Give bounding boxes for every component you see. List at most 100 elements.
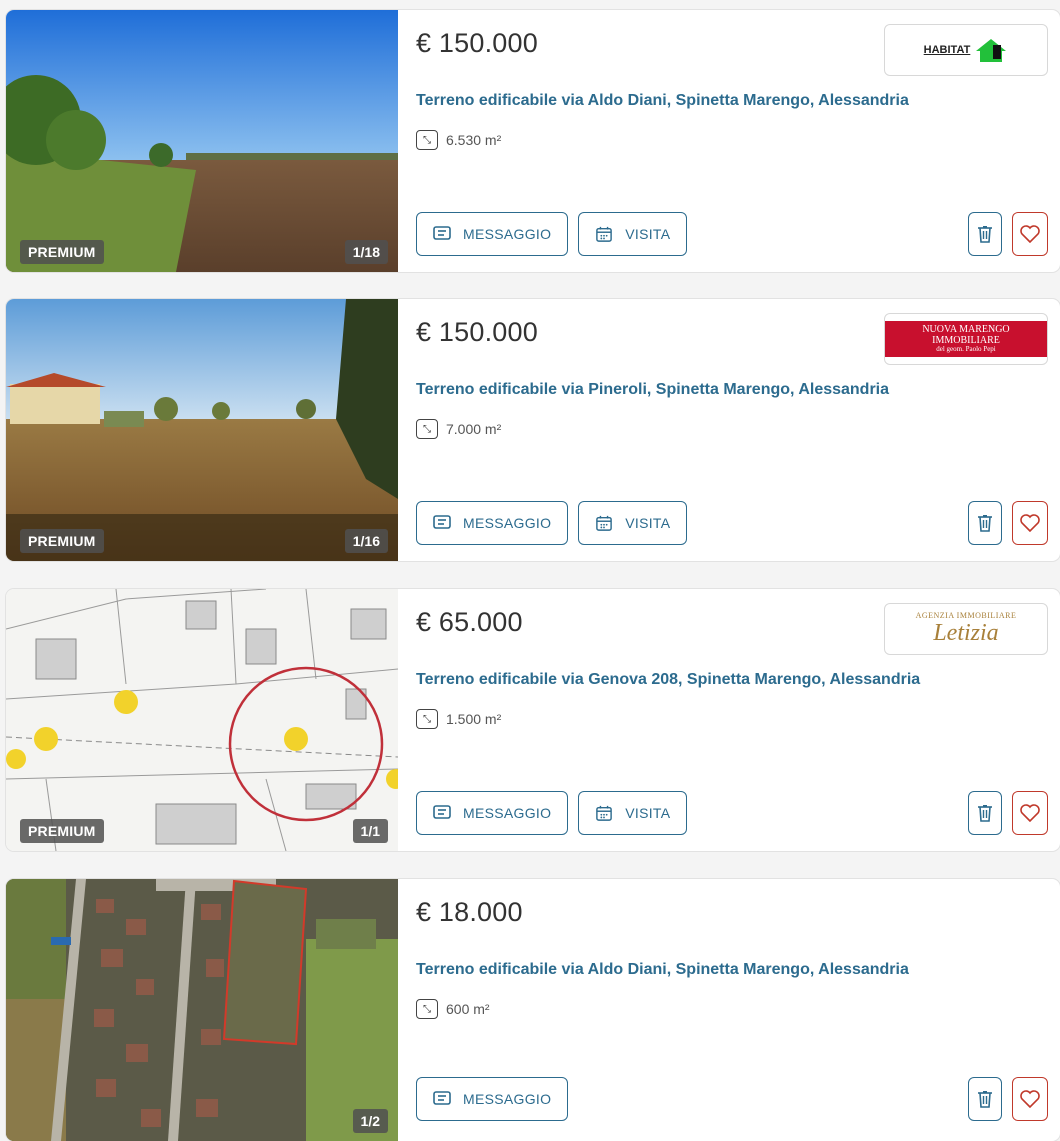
- field-photo: [6, 299, 398, 561]
- message-icon: [433, 226, 451, 240]
- listing-actions: MESSAGGIO: [416, 1077, 569, 1121]
- listing-surface: ⤡ 6.530 m²: [416, 130, 501, 150]
- favorite-button[interactable]: [1012, 1077, 1048, 1121]
- calendar-icon: [596, 515, 613, 531]
- surface-value: 7.000 m²: [446, 421, 502, 437]
- listing-price: € 18.000: [416, 897, 523, 927]
- listing-price: € 150.000: [416, 28, 538, 58]
- heart-icon: [1020, 804, 1040, 822]
- expand-icon: ⤡: [416, 709, 438, 729]
- listing-right-actions: [968, 212, 1048, 256]
- favorite-button[interactable]: [1012, 791, 1048, 835]
- listing-info: € 18.000 Terreno edificabile via Aldo Di…: [416, 879, 1060, 1141]
- listing-card[interactable]: PREMIUM 1/16 € 150.000 NUOVA MARENGO IMM…: [6, 299, 1060, 561]
- listing-title[interactable]: Terreno edificabile via Aldo Diani, Spin…: [416, 961, 909, 979]
- listing-title[interactable]: Terreno edificabile via Genova 208, Spin…: [416, 671, 920, 689]
- message-button[interactable]: MESSAGGIO: [416, 791, 569, 835]
- listing-actions: MESSAGGIO VISITA: [416, 212, 688, 256]
- listing-card[interactable]: 1/2 € 18.000 Terreno edificabile via Ald…: [6, 879, 1060, 1141]
- heart-icon: [1020, 514, 1040, 532]
- photo-counter: 1/16: [344, 529, 388, 553]
- agency-logo-text: NUOVA MARENGO IMMOBILIARE: [922, 324, 1010, 347]
- listing-info: € 150.000 NUOVA MARENGO IMMOBILIARE del …: [416, 299, 1060, 561]
- expand-icon: ⤡: [416, 419, 438, 439]
- favorite-button[interactable]: [1012, 501, 1048, 545]
- listing-photo[interactable]: PREMIUM 1/18: [6, 10, 398, 272]
- expand-icon: ⤡: [416, 130, 438, 150]
- agency-logo[interactable]: NUOVA MARENGO IMMOBILIARE del geom. Paol…: [884, 313, 1048, 365]
- trash-icon: [978, 1091, 992, 1108]
- agency-logo-subtext: del geom. Paolo Pepi: [936, 345, 996, 354]
- message-button[interactable]: MESSAGGIO: [416, 212, 569, 256]
- listing-title[interactable]: Terreno edificabile via Pineroli, Spinet…: [416, 381, 889, 399]
- listing-info: € 65.000 AGENZIA IMMOBILIARE Letizia Ter…: [416, 589, 1060, 851]
- message-button-label: MESSAGGIO: [463, 1091, 552, 1107]
- premium-badge: PREMIUM: [20, 240, 104, 264]
- listing-price: € 65.000: [416, 607, 523, 637]
- agency-logo[interactable]: HABITAT: [884, 24, 1048, 76]
- discard-button[interactable]: [968, 791, 1002, 835]
- photo-counter: 1/1: [352, 819, 388, 843]
- house-icon: [976, 39, 1007, 62]
- listing-surface: ⤡ 1.500 m²: [416, 709, 501, 729]
- surface-value: 600 m²: [446, 1001, 490, 1017]
- trash-icon: [978, 805, 992, 822]
- message-icon: [433, 515, 451, 529]
- visit-button[interactable]: VISITA: [578, 501, 688, 545]
- listing-actions: MESSAGGIO VISITA: [416, 791, 688, 835]
- agency-logo[interactable]: AGENZIA IMMOBILIARE Letizia: [884, 603, 1048, 655]
- letizia-logo: AGENZIA IMMOBILIARE Letizia: [916, 611, 1017, 647]
- aerial-photo: [6, 879, 398, 1141]
- visit-button-label: VISITA: [625, 805, 671, 821]
- visit-button-label: VISITA: [625, 515, 671, 531]
- listing-title[interactable]: Terreno edificabile via Aldo Diani, Spin…: [416, 92, 909, 110]
- cadastral-map-photo: [6, 589, 398, 851]
- trash-icon: [978, 226, 992, 243]
- surface-value: 1.500 m²: [446, 711, 502, 727]
- listing-actions: MESSAGGIO VISITA: [416, 501, 688, 545]
- message-button[interactable]: MESSAGGIO: [416, 501, 569, 545]
- photo-counter: 1/18: [344, 240, 388, 264]
- surface-value: 6.530 m²: [446, 132, 502, 148]
- discard-button[interactable]: [968, 1077, 1002, 1121]
- listing-photo[interactable]: PREMIUM 1/1: [6, 589, 398, 851]
- agency-logo-subtext: AGENZIA IMMOBILIARE: [915, 611, 1017, 620]
- premium-badge: PREMIUM: [20, 529, 104, 553]
- premium-badge: PREMIUM: [20, 819, 104, 843]
- message-button[interactable]: MESSAGGIO: [416, 1077, 569, 1121]
- message-icon: [433, 805, 451, 819]
- listing-right-actions: [968, 1077, 1048, 1121]
- agency-logo-text: Letizia: [933, 620, 999, 646]
- visit-button[interactable]: VISITA: [578, 212, 688, 256]
- heart-icon: [1020, 1090, 1040, 1108]
- message-button-label: MESSAGGIO: [463, 226, 552, 242]
- listing-photo[interactable]: 1/2: [6, 879, 398, 1141]
- listing-surface: ⤡ 7.000 m²: [416, 419, 501, 439]
- calendar-icon: [596, 226, 613, 242]
- calendar-icon: [596, 805, 613, 821]
- heart-icon: [1020, 225, 1040, 243]
- trash-icon: [978, 515, 992, 532]
- listing-info: € 150.000 HABITAT Terreno edificabile vi…: [416, 10, 1060, 272]
- listing-right-actions: [968, 791, 1048, 835]
- message-icon: [433, 1091, 451, 1105]
- nuova-marengo-logo: NUOVA MARENGO IMMOBILIARE del geom. Paol…: [885, 321, 1047, 357]
- listing-card[interactable]: PREMIUM 1/1 € 65.000 AGENZIA IMMOBILIARE…: [6, 589, 1060, 851]
- listing-right-actions: [968, 501, 1048, 545]
- agency-logo-text: HABITAT: [923, 44, 971, 56]
- visit-button[interactable]: VISITA: [578, 791, 688, 835]
- expand-icon: ⤡: [416, 999, 438, 1019]
- habitat-logo: HABITAT: [924, 37, 1009, 63]
- listing-photo[interactable]: PREMIUM 1/16: [6, 299, 398, 561]
- listing-surface: ⤡ 600 m²: [416, 999, 490, 1019]
- photo-counter: 1/2: [352, 1109, 388, 1133]
- listing-price: € 150.000: [416, 317, 538, 347]
- favorite-button[interactable]: [1012, 212, 1048, 256]
- discard-button[interactable]: [968, 212, 1002, 256]
- field-photo: [6, 10, 398, 272]
- discard-button[interactable]: [968, 501, 1002, 545]
- message-button-label: MESSAGGIO: [463, 515, 552, 531]
- visit-button-label: VISITA: [625, 226, 671, 242]
- listing-card[interactable]: PREMIUM 1/18 € 150.000 HABITAT Terreno e…: [6, 10, 1060, 272]
- message-button-label: MESSAGGIO: [463, 805, 552, 821]
